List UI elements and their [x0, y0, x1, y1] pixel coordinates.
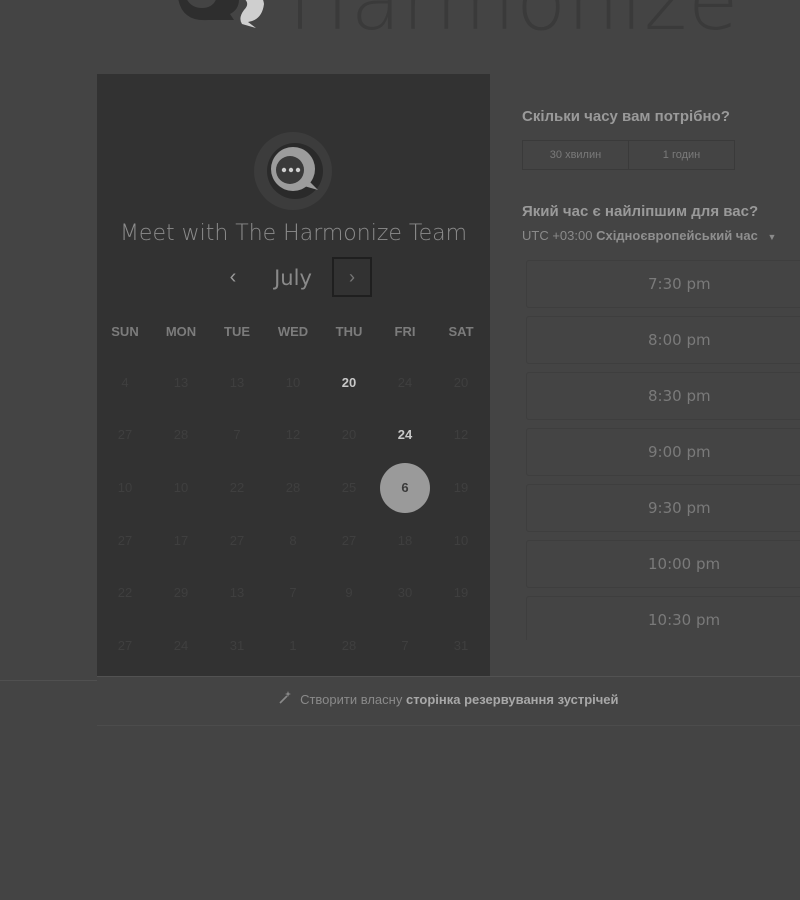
- calendar-day-disabled: 1: [289, 638, 297, 653]
- calendar-day-disabled: 29: [173, 585, 189, 600]
- calendar-day-disabled: 19: [453, 480, 469, 495]
- prev-month-button[interactable]: ‹: [221, 264, 245, 290]
- duration-option-30-min[interactable]: 30 хвилин: [523, 141, 628, 169]
- timezone-name: Східноєвропейський час: [596, 228, 758, 243]
- time-heading: Який час є найліпшим для вас?: [522, 203, 759, 220]
- month-label: July: [274, 266, 312, 290]
- calendar-day-disabled: 10: [173, 480, 189, 495]
- calendar-day-disabled: 7: [289, 585, 297, 600]
- weekday-label: TUE: [224, 324, 250, 339]
- weekday-label: SUN: [111, 324, 139, 339]
- calendar-day-disabled: 27: [229, 533, 245, 548]
- brand-name: Harmonize: [288, 0, 739, 40]
- calendar-day-disabled: 19: [453, 585, 469, 600]
- next-month-button[interactable]: ›: [332, 257, 372, 297]
- time-slot[interactable]: 7:30 pm: [526, 260, 800, 308]
- chat-bubble-icon: [267, 143, 323, 199]
- calendar-day-disabled: 28: [285, 480, 301, 495]
- footer-content: Створити власну сторінка резервування зу…: [97, 677, 800, 723]
- calendar-day-disabled: 13: [173, 375, 189, 390]
- weekday-header: SUN MON TUE WED THU FRI SAT: [97, 324, 490, 342]
- weekday-label: WED: [277, 324, 309, 339]
- wand-icon: [278, 677, 292, 723]
- calendar-day-disabled: 20: [453, 375, 469, 390]
- calendar-panel: Meet with The Harmonize Team ‹ July › SU…: [97, 74, 490, 676]
- calendar-day-disabled: 10: [285, 375, 301, 390]
- calendar-day-disabled: 13: [229, 375, 245, 390]
- time-slot[interactable]: 8:00 pm: [526, 316, 800, 364]
- duration-option-1-hour[interactable]: 1 годин: [628, 141, 734, 169]
- footer-bar: Створити власну сторінка резервування зу…: [97, 676, 800, 726]
- calendar-day-disabled: 13: [229, 585, 245, 600]
- calendar-day-disabled: 22: [117, 585, 133, 600]
- calendar-day-disabled: 17: [173, 533, 189, 548]
- calendar-day-disabled: 9: [345, 585, 353, 600]
- calendar-day-disabled: 27: [117, 533, 133, 548]
- weekday-label: THU: [335, 324, 363, 339]
- timezone-select[interactable]: UTC +03:00 Східноєвропейський час ▼: [522, 228, 776, 243]
- calendar-day-disabled: 31: [453, 638, 469, 653]
- time-slot[interactable]: 10:00 pm: [526, 540, 800, 588]
- calendar-day-selected[interactable]: 6: [380, 463, 430, 513]
- duration-selector: 30 хвилин 1 годин: [522, 140, 735, 170]
- weekday-label: MON: [165, 324, 197, 339]
- calendar-day-disabled: 10: [117, 480, 133, 495]
- footer-text: Створити власну: [300, 692, 403, 707]
- calendar-day-disabled: 7: [401, 638, 409, 653]
- weekday-label: SAT: [448, 324, 474, 339]
- time-slot[interactable]: 10:30 pm: [526, 596, 800, 640]
- calendar-day-disabled: 24: [397, 375, 413, 390]
- calendar-day-disabled: 27: [341, 533, 357, 548]
- calendar-day-disabled: 24: [173, 638, 189, 653]
- time-slot[interactable]: 9:00 pm: [526, 428, 800, 476]
- calendar-day-disabled: 27: [117, 638, 133, 653]
- calendar-day-disabled: 12: [285, 427, 301, 442]
- team-title: Meet with The Harmonize Team: [119, 221, 468, 246]
- calendar-day-disabled: 28: [173, 427, 189, 442]
- calendar-day-disabled: 22: [229, 480, 245, 495]
- create-booking-page-link[interactable]: сторінка резервування зустрічей: [406, 692, 619, 707]
- calendar-day-available[interactable]: 24: [380, 410, 430, 460]
- calendar-day-disabled: 27: [117, 427, 133, 442]
- calendar-day-disabled: 12: [453, 427, 469, 442]
- time-slot-list: 7:30 pm 8:00 pm 8:30 pm 9:00 pm 9:30 pm …: [526, 260, 800, 640]
- caret-down-icon: ▼: [767, 232, 777, 242]
- time-slot[interactable]: 9:30 pm: [526, 484, 800, 532]
- harmonize-logo-icon: [178, 0, 264, 28]
- month-navigation: ‹ July ›: [97, 254, 490, 300]
- calendar-day-disabled: 30: [397, 585, 413, 600]
- brand-header: Harmonize: [0, 0, 800, 40]
- calendar-day-available[interactable]: 20: [324, 358, 374, 408]
- calendar-day-disabled: 18: [397, 533, 413, 548]
- calendar-day-disabled: 7: [233, 427, 241, 442]
- duration-heading: Скільки часу вам потрібно?: [522, 108, 730, 125]
- timezone-offset: UTC +03:00: [522, 228, 593, 243]
- calendar-day-disabled: 4: [121, 375, 129, 390]
- calendar-day-disabled: 20: [341, 427, 357, 442]
- weekday-label: FRI: [394, 324, 416, 339]
- calendar-day-disabled: 25: [341, 480, 357, 495]
- team-avatar: [254, 132, 332, 210]
- time-slot[interactable]: 8:30 pm: [526, 372, 800, 420]
- day-grid: 4 13 13 10 20 24 20 27 28 7 12 20 24 12 10 10 22 28 25 6 19 2…: [97, 356, 490, 672]
- calendar-day-disabled: 10: [453, 533, 469, 548]
- booking-options-panel: Скільки часу вам потрібно? 30 хвилин 1 г…: [522, 74, 800, 676]
- calendar-day-disabled: 28: [341, 638, 357, 653]
- calendar-day-disabled: 8: [289, 533, 297, 548]
- calendar-day-disabled: 31: [229, 638, 245, 653]
